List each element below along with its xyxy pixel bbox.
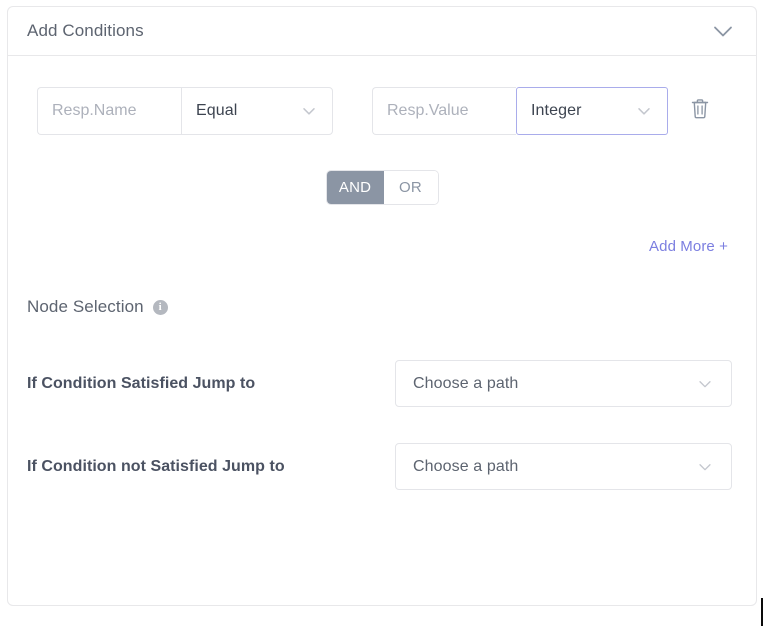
toggle-option-or[interactable]: OR xyxy=(383,171,438,204)
operator-select[interactable]: Equal xyxy=(181,87,333,135)
chevron-down-icon xyxy=(635,102,653,120)
resp-value-input[interactable] xyxy=(372,87,516,135)
node-selection-title: Node Selection xyxy=(27,297,144,316)
chevron-down-icon xyxy=(696,458,714,476)
add-conditions-panel: Add Conditions Equal xyxy=(7,6,757,606)
panel-header: Add Conditions xyxy=(8,7,756,56)
operator-select-value: Equal xyxy=(196,102,238,119)
condition-not-satisfied-row: If Condition not Satisfied Jump to Choos… xyxy=(8,407,756,490)
logic-toggle: AND OR xyxy=(325,170,439,205)
value-type-select[interactable]: Integer xyxy=(516,87,668,135)
condition-not-satisfied-select[interactable]: Choose a path xyxy=(395,443,732,490)
condition-satisfied-select-value: Choose a path xyxy=(413,374,519,392)
trash-icon xyxy=(690,98,710,125)
panel-body: Equal Integer xyxy=(8,56,756,490)
chevron-down-icon xyxy=(696,375,714,393)
chevron-down-icon xyxy=(300,102,318,120)
logic-toggle-wrap: AND OR xyxy=(8,135,756,205)
chevron-down-icon[interactable] xyxy=(710,18,736,44)
info-icon[interactable]: i xyxy=(152,299,168,315)
add-more-row: Add More + xyxy=(8,205,756,255)
toggle-option-and[interactable]: AND xyxy=(326,171,384,204)
condition-left-group: Equal xyxy=(37,87,333,135)
condition-right-group: Integer xyxy=(372,87,668,135)
text-caret xyxy=(761,598,763,626)
condition-not-satisfied-select-value: Choose a path xyxy=(413,457,519,475)
add-more-button[interactable]: Add More + xyxy=(649,238,728,255)
condition-not-satisfied-label: If Condition not Satisfied Jump to xyxy=(27,457,285,475)
condition-row: Equal Integer xyxy=(8,56,756,135)
condition-satisfied-select[interactable]: Choose a path xyxy=(395,360,732,407)
delete-condition-button[interactable] xyxy=(683,91,717,131)
node-selection-heading: Node Selection i xyxy=(8,255,756,317)
value-type-select-value: Integer xyxy=(531,102,582,119)
condition-satisfied-row: If Condition Satisfied Jump to Choose a … xyxy=(8,317,756,407)
resp-name-input[interactable] xyxy=(37,87,181,135)
page-title: Add Conditions xyxy=(27,21,144,40)
condition-satisfied-label: If Condition Satisfied Jump to xyxy=(27,374,256,392)
